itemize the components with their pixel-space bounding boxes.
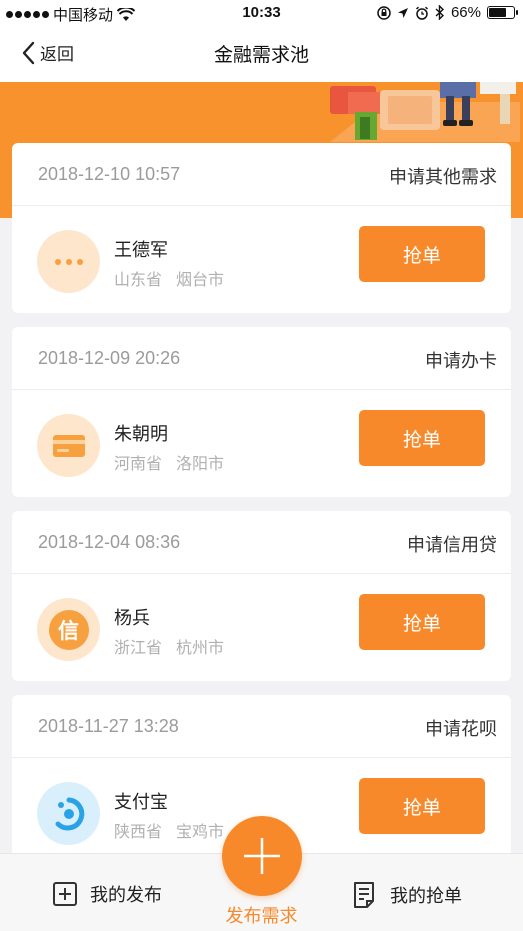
card-header: 2018-11-27 13:28 申请花呗 <box>12 695 511 758</box>
request-date: 2018-12-04 08:36 <box>38 532 181 552</box>
user-province: 浙江省 <box>114 640 163 657</box>
request-type: 申请其他需求 <box>389 167 497 187</box>
user-city: 洛阳市 <box>176 456 225 473</box>
card-body: 信 杨兵 浙江省 杭州市 抢单 <box>12 574 511 680</box>
card-body: 朱朝明 河南省 洛阳市 抢单 <box>12 390 511 496</box>
request-date: 2018-12-09 20:26 <box>38 348 181 368</box>
user-region: 河南省 洛阳市 <box>114 450 224 474</box>
request-date: 2018-12-10 10:57 <box>38 164 181 184</box>
battery-percent: 66% <box>450 4 481 21</box>
demand-card: 2018-12-09 20:26 申请办卡 朱朝明 河南省 洛阳市 抢单 <box>12 327 511 497</box>
rotation-lock-icon <box>377 5 391 20</box>
huabei-icon <box>37 782 100 845</box>
user-province: 陕西省 <box>114 824 163 841</box>
more-dots-icon <box>37 230 100 293</box>
status-right: 66% <box>377 4 518 21</box>
grab-order-button[interactable]: 抢单 <box>359 226 485 282</box>
bank-card-icon <box>37 414 100 477</box>
user-region: 浙江省 杭州市 <box>114 634 224 658</box>
battery-icon <box>487 6 518 19</box>
alarm-icon <box>415 6 428 20</box>
user-name: 杨兵 <box>114 608 150 628</box>
grab-order-button[interactable]: 抢单 <box>359 594 485 650</box>
plus-icon <box>244 838 280 874</box>
request-type: 申请办卡 <box>425 351 497 371</box>
demand-card: 2018-12-10 10:57 申请其他需求 王德军 山东省 烟台市 抢单 <box>12 143 511 313</box>
card-header: 2018-12-09 20:26 申请办卡 <box>12 327 511 390</box>
bluetooth-icon <box>435 5 444 20</box>
status-bar: 中国移动 10:33 66% <box>0 0 523 26</box>
publish-demand-button[interactable] <box>222 816 302 896</box>
request-type: 申请花呗 <box>425 719 497 739</box>
card-body: 王德军 山东省 烟台市 抢单 <box>12 206 511 312</box>
navigation-bar: 返回 金融需求池 <box>0 26 523 82</box>
user-city: 杭州市 <box>176 640 225 657</box>
publish-demand-label: 发布需求 <box>225 906 298 926</box>
credit-xin-glyph: 信 <box>48 609 89 650</box>
grab-order-button[interactable]: 抢单 <box>359 410 485 466</box>
user-name: 支付宝 <box>114 792 168 812</box>
location-arrow-icon <box>397 7 408 18</box>
battery-level-fill <box>489 8 507 17</box>
user-region: 陕西省 宝鸡市 <box>114 818 224 842</box>
page-title: 金融需求池 <box>213 45 309 66</box>
request-type: 申请信用贷 <box>407 535 497 555</box>
user-province: 河南省 <box>114 456 163 473</box>
user-name: 王德军 <box>114 240 168 260</box>
demand-card-list: 2018-12-10 10:57 申请其他需求 王德军 山东省 烟台市 抢单 20… <box>12 143 511 879</box>
user-province: 山东省 <box>114 272 163 289</box>
grab-order-button[interactable]: 抢单 <box>359 778 485 834</box>
card-header: 2018-12-10 10:57 申请其他需求 <box>12 143 511 206</box>
demand-card: 2018-12-04 08:36 申请信用贷 信 杨兵 浙江省 杭州市 抢单 <box>12 511 511 681</box>
request-date: 2018-11-27 13:28 <box>38 716 179 736</box>
user-name: 朱朝明 <box>114 424 168 444</box>
user-city: 宝鸡市 <box>176 824 225 841</box>
user-city: 烟台市 <box>176 272 225 289</box>
user-region: 山东省 烟台市 <box>114 266 224 290</box>
credit-xin-icon: 信 <box>37 598 100 661</box>
card-header: 2018-12-04 08:36 申请信用贷 <box>12 511 511 574</box>
